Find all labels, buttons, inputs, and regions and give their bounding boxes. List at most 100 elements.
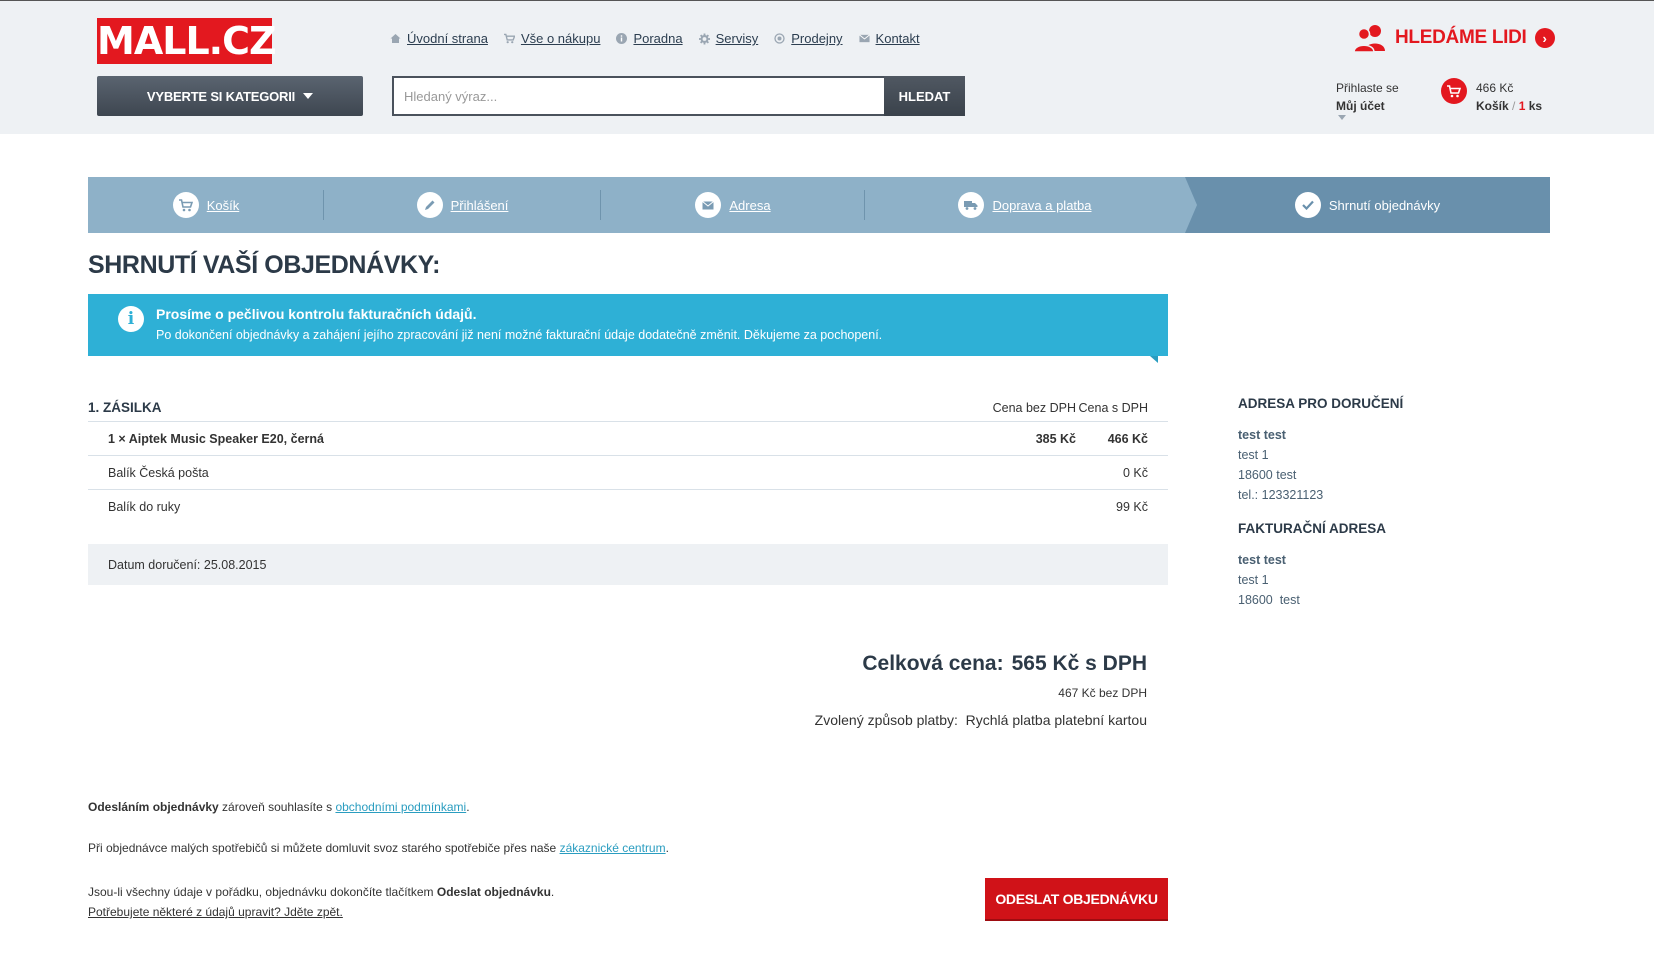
total-value: 565 Kč s DPH	[1011, 652, 1147, 675]
billing-name: test test	[1238, 553, 1286, 567]
shipment-table: 1. ZÁSILKA Cena bez DPH Cena s DPH 1 × A…	[88, 394, 1168, 524]
finish-text: Jsou-li všechny údaje v pořádku, objedná…	[88, 882, 554, 922]
notice-title: Prosíme o pečlivou kontrolu fakturačních…	[156, 306, 477, 322]
delivery-street: test 1	[1238, 448, 1269, 462]
terms-body: zároveň souhlasíte s	[218, 800, 336, 814]
cart-summary[interactable]: 466 Kč Košík / 1 ks	[1476, 79, 1542, 115]
nav-item-contact[interactable]: Kontakt	[858, 31, 920, 46]
info-icon	[616, 33, 628, 44]
nav-item-services[interactable]: Servisy	[698, 31, 759, 46]
step-summary[interactable]: Shrnutí objednávky	[1185, 177, 1550, 233]
payment-value: Rychlá platba platební kartou	[965, 712, 1147, 728]
item-price-with-vat: 466 Kč	[1107, 431, 1148, 446]
cart-icon[interactable]	[1441, 78, 1467, 104]
recycle-text: Při objednávce malých spotřebičů si může…	[88, 841, 669, 855]
finish-end: .	[550, 885, 555, 899]
item-name: Balík do ruky	[108, 500, 181, 514]
checkout-steps: Košík Přihlášení Adresa Doprava a platba…	[88, 177, 1550, 233]
delivery-phone: tel.: 123321123	[1238, 488, 1324, 502]
nav-item-shopping[interactable]: Vše o nákupu	[503, 31, 601, 46]
recycle-end: .	[665, 841, 669, 855]
step-label: Shrnutí objednávky	[1328, 197, 1441, 213]
mail-icon	[858, 33, 870, 44]
item-price-without-vat: 385 Kč	[1035, 431, 1076, 446]
recycle-body: Při objednávce malých spotřebičů si může…	[88, 841, 560, 855]
arrow-right-icon: ›	[1534, 28, 1555, 48]
nav-item-advice[interactable]: Poradna	[616, 31, 683, 46]
login-prompt: Přihlaste se	[1336, 81, 1399, 95]
home-icon	[390, 33, 401, 44]
item-name: 1 × Aiptek Music Speaker E20, černá	[108, 431, 324, 446]
top-navigation: Úvodní strana Vše o nákupu Poradna Servi…	[390, 31, 920, 46]
login-menu[interactable]: Přihlaste se Můj účet	[1336, 79, 1399, 120]
step-login[interactable]: Přihlášení	[324, 177, 601, 233]
pencil-icon	[416, 192, 443, 218]
step-label: Adresa	[729, 197, 771, 213]
cart-separator: /	[1512, 99, 1516, 113]
col-price-with-vat: Cena s DPH	[1078, 400, 1148, 415]
cart-price: 466 Kč	[1476, 81, 1514, 95]
site-header: MALL.CZ Úvodní strana Vše o nákupu Porad…	[0, 0, 1654, 134]
table-row: 1 × Aiptek Music Speaker E20, černá 385 …	[88, 422, 1168, 456]
cart-icon	[172, 192, 199, 218]
nav-label: Servisy	[715, 31, 759, 46]
shipment-header: 1. ZÁSILKA Cena bez DPH Cena s DPH	[88, 394, 1168, 422]
nav-label: Poradna	[633, 31, 683, 46]
step-cart[interactable]: Košík	[88, 177, 324, 233]
col-price-without-vat: Cena bez DPH	[992, 400, 1076, 415]
mall-logo[interactable]: MALL.CZ	[97, 18, 277, 64]
address-panel: ADRESA PRO DORUČENÍ test test test 1 186…	[1238, 396, 1403, 610]
search-button[interactable]: HLEDAT	[884, 76, 965, 116]
delivery-date: Datum doručení: 25.08.2015	[88, 544, 1168, 585]
cart-count: 1	[1518, 99, 1526, 113]
customer-center-link[interactable]: zákaznické centrum	[560, 841, 666, 855]
shipment-title: 1. ZÁSILKA	[88, 400, 162, 415]
jobs-link[interactable]: HLEDÁME LIDI ›	[1353, 23, 1555, 53]
terms-text: Odesláním objednávky zároveň souhlasíte …	[88, 800, 470, 814]
payment-label: Zvolený způsob platby:	[814, 712, 958, 728]
item-price-with-vat: 0 Kč	[1122, 465, 1148, 480]
category-button[interactable]: VYBERTE SI KATEGORII	[97, 76, 363, 116]
order-total: Celková cena: 565 Kč s DPH 467 Kč bez DPH…	[815, 652, 1147, 728]
category-button-label: VYBERTE SI KATEGORII	[146, 88, 296, 104]
nav-label: Prodejny	[791, 31, 843, 46]
cart-unit: ks	[1528, 99, 1543, 113]
nav-item-stores[interactable]: Prodejny	[774, 31, 843, 46]
billing-notice: i Prosíme o pečlivou kontrolu fakturační…	[88, 294, 1168, 363]
terms-bold: Odesláním objednávky	[88, 800, 219, 814]
step-label: Přihlášení	[450, 197, 509, 213]
step-label: Doprava a platba	[992, 197, 1092, 213]
finish-bold: Odeslat objednávku	[436, 885, 551, 899]
terms-end: .	[466, 800, 470, 814]
item-price-with-vat: 99 Kč	[1116, 500, 1148, 514]
item-name: Balík Česká pošta	[108, 465, 209, 480]
page-title: SHRNUTÍ VAŠÍ OBJEDNÁVKY:	[88, 251, 441, 279]
cart-icon	[503, 33, 515, 44]
step-shipping-payment[interactable]: Doprava a platba	[865, 177, 1185, 233]
billing-city: 18600 test	[1238, 593, 1300, 607]
search-input[interactable]	[392, 76, 885, 116]
terms-link[interactable]: obchodními podmínkami	[335, 800, 466, 814]
nav-label: Úvodní strana	[407, 31, 488, 46]
step-address[interactable]: Adresa	[601, 177, 865, 233]
delivery-city: 18600 test	[1238, 468, 1297, 482]
delivery-address-title: ADRESA PRO DORUČENÍ	[1238, 396, 1404, 411]
billing-street: test 1	[1238, 573, 1269, 587]
notice-tail	[1150, 356, 1158, 363]
people-icon	[1353, 25, 1385, 53]
triangle-down-icon	[303, 93, 314, 99]
envelope-icon	[695, 192, 722, 218]
jobs-label: HLEDÁME LIDI	[1395, 27, 1527, 48]
submit-order-button[interactable]: ODESLAT OBJEDNÁVKU	[985, 878, 1168, 919]
caret-down-icon	[1338, 115, 1346, 120]
nav-label: Kontakt	[875, 31, 920, 46]
go-back-link[interactable]: Potřebujete některé z údajů upravit? Jdě…	[88, 902, 554, 922]
table-row: Balík do ruky 99 Kč	[88, 490, 1168, 524]
total-label: Celková cena:	[862, 652, 1004, 675]
total-without-vat: 467 Kč bez DPH	[1058, 686, 1147, 700]
table-row: Balík Česká pošta 0 Kč	[88, 456, 1168, 490]
gear-icon	[698, 33, 710, 44]
step-label: Košík	[206, 197, 240, 213]
nav-item-home[interactable]: Úvodní strana	[390, 31, 488, 46]
nav-label: Vše o nákupu	[520, 31, 601, 46]
